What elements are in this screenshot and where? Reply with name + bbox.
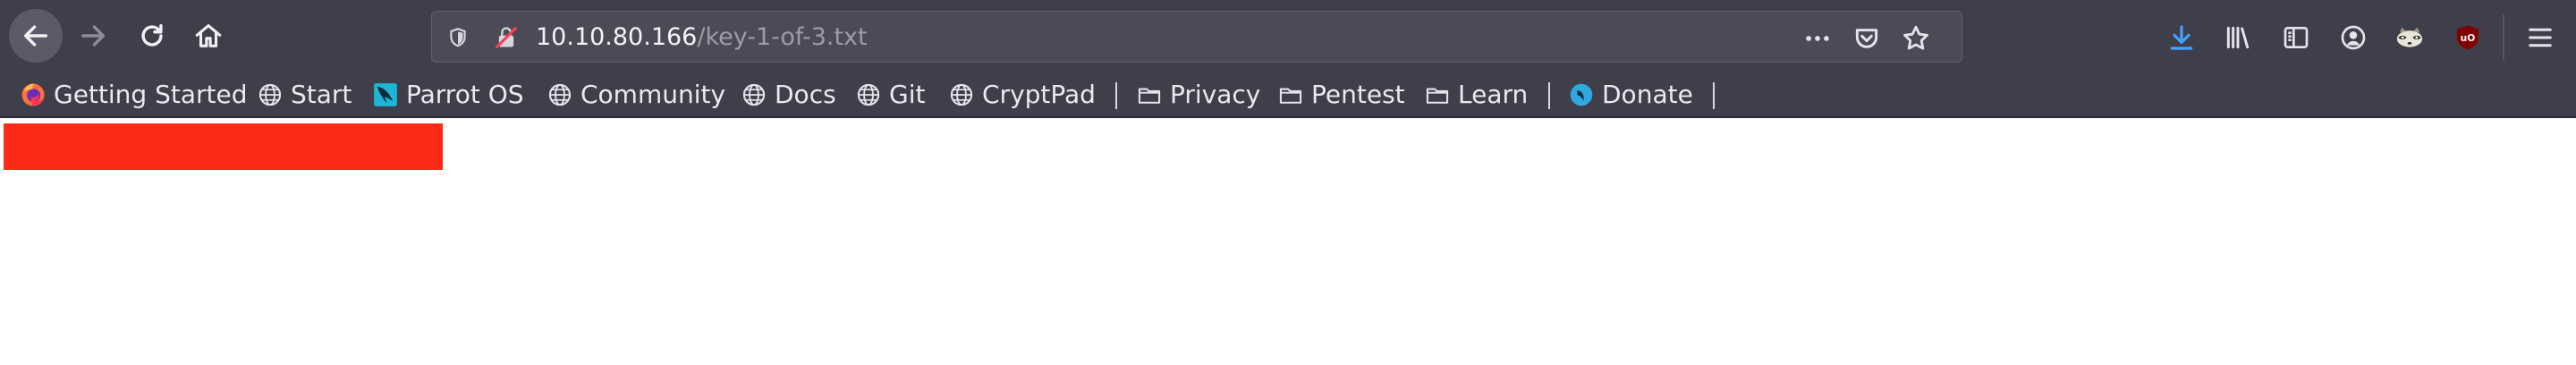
pocket-button[interactable]	[1852, 23, 1882, 54]
download-arrow-icon	[2170, 25, 2193, 50]
insecure-lock-icon[interactable]	[493, 24, 520, 51]
redacted-text-block	[4, 123, 443, 170]
forward-button[interactable]	[66, 9, 120, 63]
folder-icon	[1424, 81, 1451, 108]
bookmark-label: Git	[889, 80, 926, 109]
bookmark-getting-started[interactable]: Getting Started	[20, 73, 247, 116]
bookmark-label: Privacy	[1170, 80, 1261, 109]
url-text[interactable]: 10.10.80.166/key-1-of-3.txt	[536, 22, 868, 53]
globe-icon	[547, 81, 573, 108]
bookmark-cryptpad[interactable]: CryptPad	[948, 73, 1096, 116]
back-arrow-icon	[23, 25, 48, 47]
parrot-icon	[372, 81, 399, 108]
sidebar-button[interactable]	[2280, 21, 2312, 54]
extension-button[interactable]	[2394, 21, 2426, 54]
sidebar-icon	[2284, 27, 2309, 48]
page-actions-button[interactable]	[1802, 23, 1833, 54]
bookmark-label: Start	[291, 80, 352, 109]
bookmark-label: Donate	[1602, 80, 1693, 109]
open-menu-button[interactable]	[2524, 21, 2556, 54]
bookmark-folder-pentest[interactable]: Pentest	[1277, 73, 1405, 116]
bookmark-start[interactable]: Start	[257, 73, 352, 116]
account-icon	[2341, 25, 2366, 50]
home-icon	[195, 24, 222, 47]
home-button[interactable]	[182, 9, 235, 63]
globe-icon	[948, 81, 975, 108]
url-host: 10.10.80.166	[536, 23, 698, 51]
bookmark-folder-learn[interactable]: Learn	[1424, 73, 1528, 116]
folder-icon	[1136, 81, 1163, 108]
svg-text:uO: uO	[2461, 32, 2476, 44]
bookmark-label: CryptPad	[982, 80, 1096, 109]
globe-icon	[855, 81, 882, 108]
url-path: /key-1-of-3.txt	[697, 23, 868, 51]
bookmark-label: Docs	[775, 80, 836, 109]
account-button[interactable]	[2337, 21, 2369, 54]
pocket-icon	[1855, 29, 1878, 48]
bookmark-donate[interactable]: Donate	[1568, 73, 1693, 116]
bookmark-star-button[interactable]	[1901, 23, 1931, 54]
url-bar[interactable]: 10.10.80.166/key-1-of-3.txt	[431, 11, 1962, 63]
back-button[interactable]	[9, 9, 63, 63]
extension-raccoon-icon	[2396, 27, 2423, 47]
reload-icon	[141, 23, 163, 47]
bookmark-label: Learn	[1458, 80, 1529, 109]
donate-icon	[1568, 81, 1595, 108]
ublock-origin-icon: uO	[2457, 25, 2479, 50]
firefox-icon	[20, 81, 47, 108]
reload-button[interactable]	[125, 9, 179, 63]
navigation-toolbar: 10.10.80.166/key-1-of-3.txt uO	[0, 0, 2576, 73]
tracking-shield-icon[interactable]	[445, 24, 471, 51]
hamburger-menu-icon	[2529, 28, 2552, 47]
folder-icon	[1277, 81, 1304, 108]
bookmark-git[interactable]: Git	[855, 73, 925, 116]
bookmark-separator	[1713, 82, 1715, 109]
bookmark-parrot-os[interactable]: Parrot OS	[372, 73, 524, 116]
bookmark-label: Community	[580, 80, 726, 109]
bookmark-star-icon	[1903, 25, 1928, 50]
page-actions-dots-icon	[1806, 36, 1829, 41]
bookmark-folder-privacy[interactable]: Privacy	[1136, 73, 1260, 116]
ublock-origin-button[interactable]: uO	[2452, 21, 2484, 54]
bookmark-community[interactable]: Community	[547, 73, 725, 116]
downloads-button[interactable]	[2165, 21, 2198, 54]
library-icon	[2226, 26, 2250, 49]
bookmark-separator	[1115, 82, 1117, 109]
globe-icon	[257, 81, 284, 108]
library-button[interactable]	[2222, 21, 2254, 54]
bookmark-separator	[1548, 82, 1550, 109]
page-content	[0, 118, 2576, 365]
forward-arrow-icon	[80, 25, 106, 47]
bookmarks-toolbar: Getting Started Start Parrot OS Communit…	[0, 73, 2576, 118]
toolbar-separator	[2503, 14, 2504, 61]
bookmark-label: Pentest	[1311, 80, 1405, 109]
bookmark-label: Getting Started	[54, 80, 248, 109]
bookmark-docs[interactable]: Docs	[741, 73, 836, 116]
globe-icon	[741, 81, 767, 108]
bookmark-label: Parrot OS	[406, 80, 524, 109]
